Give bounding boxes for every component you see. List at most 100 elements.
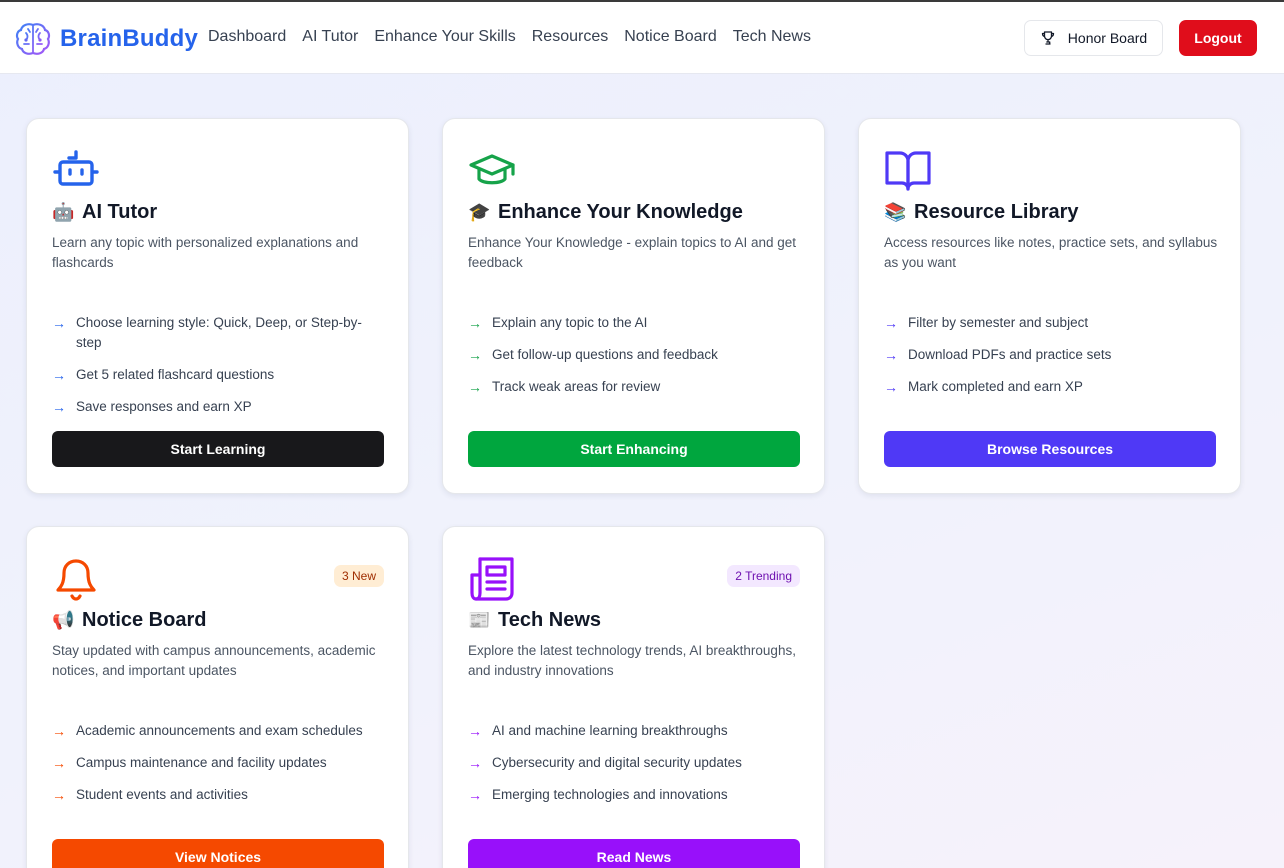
megaphone-emoji: 📢 [52, 610, 75, 630]
feature-item: → Explain any topic to the AI [468, 313, 798, 333]
arrow-right-icon: → [884, 379, 898, 395]
nav-ai-tutor[interactable]: AI Tutor [302, 28, 358, 46]
card-title-row: 🎓 Enhance Your Knowledge [468, 201, 743, 224]
graduation-cap-emoji: 🎓 [468, 202, 491, 222]
feature-list: → Filter by semester and subject → Downloa… [884, 313, 1214, 409]
feature-text: Save responses and earn XP [76, 399, 252, 414]
card-notice-board: 3 New 📢 Notice Board Stay updated with c… [26, 526, 409, 868]
card-title-row: 📢 Notice Board [52, 609, 206, 632]
logout-button[interactable]: Logout [1179, 20, 1257, 56]
feature-text: Student events and activities [76, 787, 248, 802]
trending-badge: 2 Trending [727, 565, 800, 587]
trophy-icon [1041, 31, 1054, 45]
feature-item: → AI and machine learning breakthroughs [468, 721, 798, 741]
feature-text: Choose learning style: Quick, Deep, or S… [76, 315, 362, 350]
card-description: Access resources like notes, practice se… [884, 235, 1218, 270]
card-description: Enhance Your Knowledge - explain topics … [468, 235, 796, 270]
brand-name: BrainBuddy [60, 25, 199, 52]
feature-text: Track weak areas for review [492, 379, 661, 394]
start-enhancing-button[interactable]: Start Enhancing [468, 431, 800, 467]
arrow-right-icon: → [468, 347, 482, 363]
arrow-right-icon: → [52, 315, 66, 331]
feature-text: Explain any topic to the AI [492, 315, 648, 330]
feature-item: → Choose learning style: Quick, Deep, or … [52, 313, 382, 353]
feature-item: → Get follow-up questions and feedback [468, 345, 798, 365]
card-ai-tutor: 🤖 AI Tutor Learn any topic with personal… [26, 118, 409, 494]
book-open-icon [885, 151, 931, 191]
feature-text: Emerging technologies and innovations [492, 787, 728, 802]
feature-text: Download PDFs and practice sets [908, 347, 1112, 362]
feature-item: → Get 5 related flashcard questions [52, 365, 382, 385]
read-news-button[interactable]: Read News [468, 839, 800, 868]
feature-text: Campus maintenance and facility updates [76, 755, 327, 770]
honor-board-label: Honor Board [1067, 30, 1148, 46]
arrow-right-icon: → [884, 315, 898, 331]
arrow-right-icon: → [468, 315, 482, 331]
start-learning-button[interactable]: Start Learning [52, 431, 384, 467]
nav-tech-news[interactable]: Tech News [733, 28, 811, 46]
card-title: AI Tutor [82, 201, 158, 223]
card-title-row: 🤖 AI Tutor [52, 201, 157, 224]
books-emoji: 📚 [884, 202, 907, 222]
arrow-right-icon: → [52, 399, 66, 415]
arrow-right-icon: → [52, 787, 66, 803]
robot-icon [53, 150, 99, 186]
new-notices-badge: 3 New [333, 565, 384, 587]
top-navbar: BrainBuddy Dashboard AI Tutor Enhance Yo… [0, 2, 1284, 74]
feature-item: → Academic announcements and exam schedul… [52, 721, 382, 741]
feature-item: → Filter by semester and subject [884, 313, 1214, 333]
card-title: Enhance Your Knowledge [498, 201, 743, 223]
feature-list: → Explain any topic to the AI → Get follow… [468, 313, 798, 409]
feature-list: → Academic announcements and exam schedul… [52, 721, 382, 817]
honor-board-button[interactable]: Honor Board [1024, 20, 1163, 56]
nav-enhance-skills[interactable]: Enhance Your Skills [374, 28, 515, 46]
nav-notice-board[interactable]: Notice Board [624, 28, 717, 46]
bell-icon [56, 559, 96, 601]
card-title-row: 📚 Resource Library [884, 201, 1079, 224]
card-enhance-knowledge: 🎓 Enhance Your Knowledge Enhance Your Kn… [442, 118, 825, 494]
arrow-right-icon: → [884, 347, 898, 363]
arrow-right-icon: → [468, 379, 482, 395]
arrow-right-icon: → [468, 787, 482, 803]
arrow-right-icon: → [52, 755, 66, 771]
card-tech-news: 2 Trending 📰 Tech News Explore the lates… [442, 526, 825, 868]
nav-resources[interactable]: Resources [532, 28, 608, 46]
feature-item: → Track weak areas for review [468, 377, 798, 397]
robot-emoji: 🤖 [52, 202, 75, 222]
feature-text: Get follow-up questions and feedback [492, 347, 718, 362]
arrow-right-icon: → [468, 723, 482, 739]
feature-item: → Campus maintenance and facility updates [52, 753, 382, 773]
brand[interactable]: BrainBuddy [14, 20, 198, 58]
view-notices-button[interactable]: View Notices [52, 839, 384, 868]
feature-list: → Choose learning style: Quick, Deep, or … [52, 313, 382, 429]
browse-resources-button[interactable]: Browse Resources [884, 431, 1216, 467]
feature-text: Mark completed and earn XP [908, 379, 1083, 394]
feature-item: → Student events and activities [52, 785, 382, 805]
card-title: Notice Board [82, 609, 207, 631]
arrow-right-icon: → [468, 755, 482, 771]
card-title: Resource Library [914, 201, 1079, 223]
graduation-cap-icon [469, 154, 515, 185]
feature-list: → AI and machine learning breakthroughs →… [468, 721, 798, 817]
newspaper-emoji: 📰 [468, 610, 491, 630]
card-resource-library: 📚 Resource Library Access resources like… [858, 118, 1241, 494]
arrow-right-icon: → [52, 723, 66, 739]
feature-item: → Emerging technologies and innovations [468, 785, 798, 805]
feature-item: → Save responses and earn XP [52, 397, 382, 417]
feature-text: AI and machine learning breakthroughs [492, 723, 728, 738]
card-title: Tech News [498, 609, 601, 631]
feature-item: → Cybersecurity and digital security upda… [468, 753, 798, 773]
feature-item: → Download PDFs and practice sets [884, 345, 1214, 365]
main-nav: Dashboard AI Tutor Enhance Your Skills R… [208, 28, 811, 46]
feature-text: Get 5 related flashcard questions [76, 367, 275, 382]
card-description: Explore the latest technology trends, AI… [468, 643, 796, 678]
feature-text: Cybersecurity and digital security updat… [492, 755, 742, 770]
card-title-row: 📰 Tech News [468, 609, 601, 632]
card-description: Learn any topic with personalized explan… [52, 235, 359, 270]
arrow-right-icon: → [52, 367, 66, 383]
newspaper-icon [470, 557, 514, 601]
brain-logo-icon [15, 23, 51, 55]
nav-dashboard[interactable]: Dashboard [208, 28, 286, 46]
card-description: Stay updated with campus announcements, … [52, 643, 376, 678]
feature-text: Academic announcements and exam schedule… [76, 723, 363, 738]
